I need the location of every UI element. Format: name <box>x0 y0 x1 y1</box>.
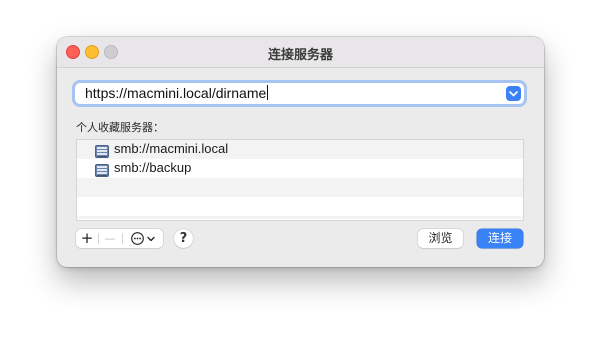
remove-favorite-button[interactable]: — <box>99 229 121 248</box>
chevron-down-icon <box>147 236 155 241</box>
list-item-label: smb://macmini.local <box>114 141 229 156</box>
favorites-label: 个人收藏服务器： <box>76 121 164 134</box>
server-address-input[interactable]: https://macmini.local/dirname <box>85 85 485 101</box>
server-address-combobox[interactable]: https://macmini.local/dirname <box>75 83 524 104</box>
add-favorite-button[interactable]: + <box>76 229 98 248</box>
server-address-value: https://macmini.local/dirname <box>85 85 267 101</box>
window-title: 连接服务器 <box>267 48 333 63</box>
plus-icon: + <box>80 229 94 247</box>
more-actions-menu-button[interactable] <box>123 229 163 248</box>
list-item[interactable]: smb://macmini.local <box>77 140 523 159</box>
empty-list-row <box>77 216 523 219</box>
chevron-down-icon <box>509 90 518 96</box>
connect-to-server-window: 连接服务器 https://macmini.local/dirname 个人收藏… <box>57 37 544 267</box>
text-caret <box>267 85 269 100</box>
connect-button[interactable]: 连接 <box>477 229 523 248</box>
minus-icon: — <box>104 232 116 245</box>
list-item-label: smb://backup <box>114 160 192 175</box>
empty-list-row <box>77 178 523 197</box>
browse-button[interactable]: 浏览 <box>418 229 463 248</box>
list-item[interactable]: smb://backup <box>77 159 523 178</box>
recent-servers-dropdown-button[interactable] <box>506 86 521 101</box>
favorite-servers-list[interactable]: smb://macmini.local smb://backup <box>76 139 524 221</box>
ellipsis-circle-icon <box>131 232 144 245</box>
favorites-edit-control: + — <box>76 229 163 248</box>
title-bar: 连接服务器 <box>57 37 544 68</box>
help-button[interactable]: ? <box>174 229 193 248</box>
